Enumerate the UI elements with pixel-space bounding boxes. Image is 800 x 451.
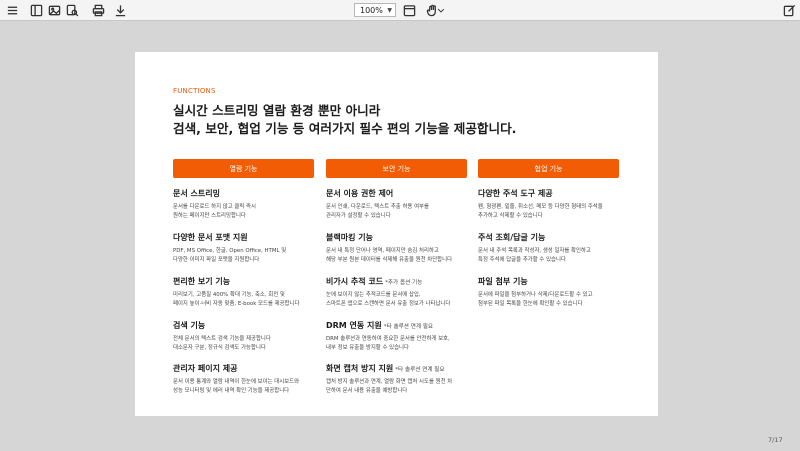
menu-icon[interactable] (4, 2, 20, 18)
feature-title: 다양한 주석 도구 제공 (478, 189, 553, 198)
feature-item: 다양한 문서 포맷 지원 PDF, MS Office, 한글, Open Of… (173, 232, 323, 264)
feature-desc: 눈에 보이지 않는 추적코드를 문서에 삽입, 스마트폰 앱으로 스캔하면 문서 … (326, 292, 451, 307)
search-page-icon[interactable] (64, 2, 80, 18)
feature-title: 검색 기능 (173, 321, 206, 330)
feature-column-security: 보안 기능 문서 이용 권한 제어 문서 인쇄, 다운로드, 텍스트 추출 허용… (326, 159, 467, 394)
feature-desc: 펜, 형광펜, 밑줄, 취소선, 메모 등 다양한 형태의 주석을 추가하고 삭제… (478, 204, 603, 219)
headline-line-1: 실시간 스트리밍 열람 환경 뿐만 아니라 (173, 103, 381, 118)
page-indicator: 7/17 (768, 436, 783, 444)
image-gallery-icon[interactable] (46, 2, 62, 18)
feature-desc: 문서 내 주석 목록과 작성자, 생성 일자를 확인하고 특정 주석에 답글을 추… (478, 248, 591, 263)
chevron-down-icon: ▼ (387, 6, 392, 14)
feature-column-collaboration: 협업 기능 다양한 주석 도구 제공 펜, 형광펜, 밑줄, 취소선, 메모 등… (478, 159, 619, 307)
feature-title: 비가시 추적 코드 *추가 옵션 기능 (326, 277, 423, 286)
feature-item: 검색 기능 전체 문서의 텍스트 검색 기능을 제공합니다 대소문자 구분, 정규… (173, 320, 323, 352)
feature-desc: 캡처 방지 솔루션과 연계, 열람 화면 캡처 시도를 원천 차 단하여 문서 내… (326, 379, 453, 394)
feature-item: 비가시 추적 코드 *추가 옵션 기능 눈에 보이지 않는 추적코드를 문서에 삽… (326, 276, 476, 308)
feature-item: 문서 스트리밍 문서를 다운로드 하지 않고 클릭 즉시 원하는 페이지만 스트리… (173, 188, 323, 220)
viewer-toolbar: 100% ▼ (0, 0, 800, 21)
sidebar-icon[interactable] (28, 2, 44, 18)
feature-item: 화면 캡처 방지 지원 *타 솔루션 연계 필요 캡처 방지 솔루션과 연계, 열… (326, 363, 476, 395)
feature-item: 문서 이용 권한 제어 문서 인쇄, 다운로드, 텍스트 추출 허용 여부를 관리… (326, 188, 476, 220)
feature-desc: 문서 이용 통계와 열람 내역이 한눈에 보이는 대시보드와 성능 모니터링 및 … (173, 379, 300, 394)
print-icon[interactable] (90, 2, 106, 18)
feature-column-viewing: 열람 기능 문서 스트리밍 문서를 다운로드 하지 않고 클릭 즉시 원하는 페이… (173, 159, 314, 394)
column-header-viewing: 열람 기능 (173, 159, 314, 178)
feature-desc: 문서 내 특정 단어나 영역, 페이지만 숨김 처리하고 해당 부분 원본 데이터… (326, 248, 453, 263)
feature-desc: 문서 인쇄, 다운로드, 텍스트 추출 허용 여부를 관리자가 설정할 수 있습니… (326, 204, 429, 219)
page-headline: 실시간 스트리밍 열람 환경 뿐만 아니라 검색, 보안, 협업 기능 등 여러… (173, 102, 516, 138)
feature-title: 파일 첨부 기능 (478, 277, 528, 286)
feature-item: 관리자 페이지 제공 문서 이용 통계와 열람 내역이 한눈에 보이는 대시보드… (173, 363, 323, 395)
feature-title: 화면 캡처 방지 지원 *타 솔루션 연계 필요 (326, 364, 445, 373)
feature-title: 관리자 페이지 제공 (173, 364, 238, 373)
column-header-collaboration: 협업 기능 (478, 159, 619, 178)
feature-item: 편리한 보기 기능 미리보기, 고품질 400% 확대 기능, 축소, 회전 및… (173, 276, 323, 308)
feature-item: 파일 첨부 기능 문서에 파일을 첨부하거나 삭제/다운로드할 수 있고 첨부된 … (478, 276, 628, 308)
feature-title: 다양한 문서 포맷 지원 (173, 233, 248, 242)
feature-note: *추가 옵션 기능 (385, 280, 423, 286)
feature-desc: PDF, MS Office, 한글, Open Office, HTML 및다… (173, 248, 287, 263)
feature-item: 다양한 주석 도구 제공 펜, 형광펜, 밑줄, 취소선, 메모 등 다양한 형… (478, 188, 628, 220)
column-header-security: 보안 기능 (326, 159, 467, 178)
feature-desc: 문서를 다운로드 하지 않고 클릭 즉시 원하는 페이지만 스트리밍합니다 (173, 204, 256, 219)
feature-item: DRM 연동 지원 *타 솔루션 연계 필요 DRM 솔루션과 연동하여 중요한 … (326, 320, 476, 352)
calendar-view-icon[interactable] (401, 2, 417, 18)
chevron-down-icon[interactable] (436, 2, 446, 18)
feature-desc: 미리보기, 고품질 400% 확대 기능, 축소, 회전 및 페이지 높이·너비 … (173, 292, 300, 307)
feature-desc: 문서에 파일을 첨부하거나 삭제/다운로드할 수 있고 첨부된 파일 목록을 한눈… (478, 292, 593, 307)
feature-title: 문서 이용 권한 제어 (326, 189, 394, 198)
feature-desc: 전체 문서의 텍스트 검색 기능을 제공합니다 대소문자 구분, 정규식 검색도 … (173, 336, 271, 351)
feature-title: 문서 스트리밍 (173, 189, 220, 198)
feature-title: DRM 연동 지원 *타 솔루션 연계 필요 (326, 321, 434, 330)
zoom-value: 100% (360, 5, 383, 15)
zoom-select[interactable]: 100% ▼ (354, 3, 396, 17)
feature-title: 편리한 보기 기능 (173, 277, 231, 286)
document-page: FUNCTIONS 실시간 스트리밍 열람 환경 뿐만 아니라 검색, 보안, … (135, 52, 658, 416)
feature-desc: DRM 솔루션과 연동하여 중요한 문서를 안전하게 보호, 내부 정보 유출을 … (326, 336, 450, 351)
feature-title: 주석 조회/답글 기능 (478, 233, 546, 242)
feature-title: 블랙마킹 기능 (326, 233, 373, 242)
feature-item: 블랙마킹 기능 문서 내 특정 단어나 영역, 페이지만 숨김 처리하고 해당 부… (326, 232, 476, 264)
headline-line-2: 검색, 보안, 협업 기능 등 여러가지 필수 편의 기능을 제공합니다. (173, 121, 517, 136)
download-icon[interactable] (112, 2, 128, 18)
feature-note: *타 솔루션 연계 필요 (395, 367, 445, 373)
feature-note: *타 솔루션 연계 필요 (383, 324, 434, 330)
section-eyebrow: FUNCTIONS (173, 87, 216, 95)
feature-item: 주석 조회/답글 기능 문서 내 주석 목록과 작성자, 생성 일자를 확인하고… (478, 232, 628, 264)
edit-icon[interactable] (781, 2, 797, 18)
